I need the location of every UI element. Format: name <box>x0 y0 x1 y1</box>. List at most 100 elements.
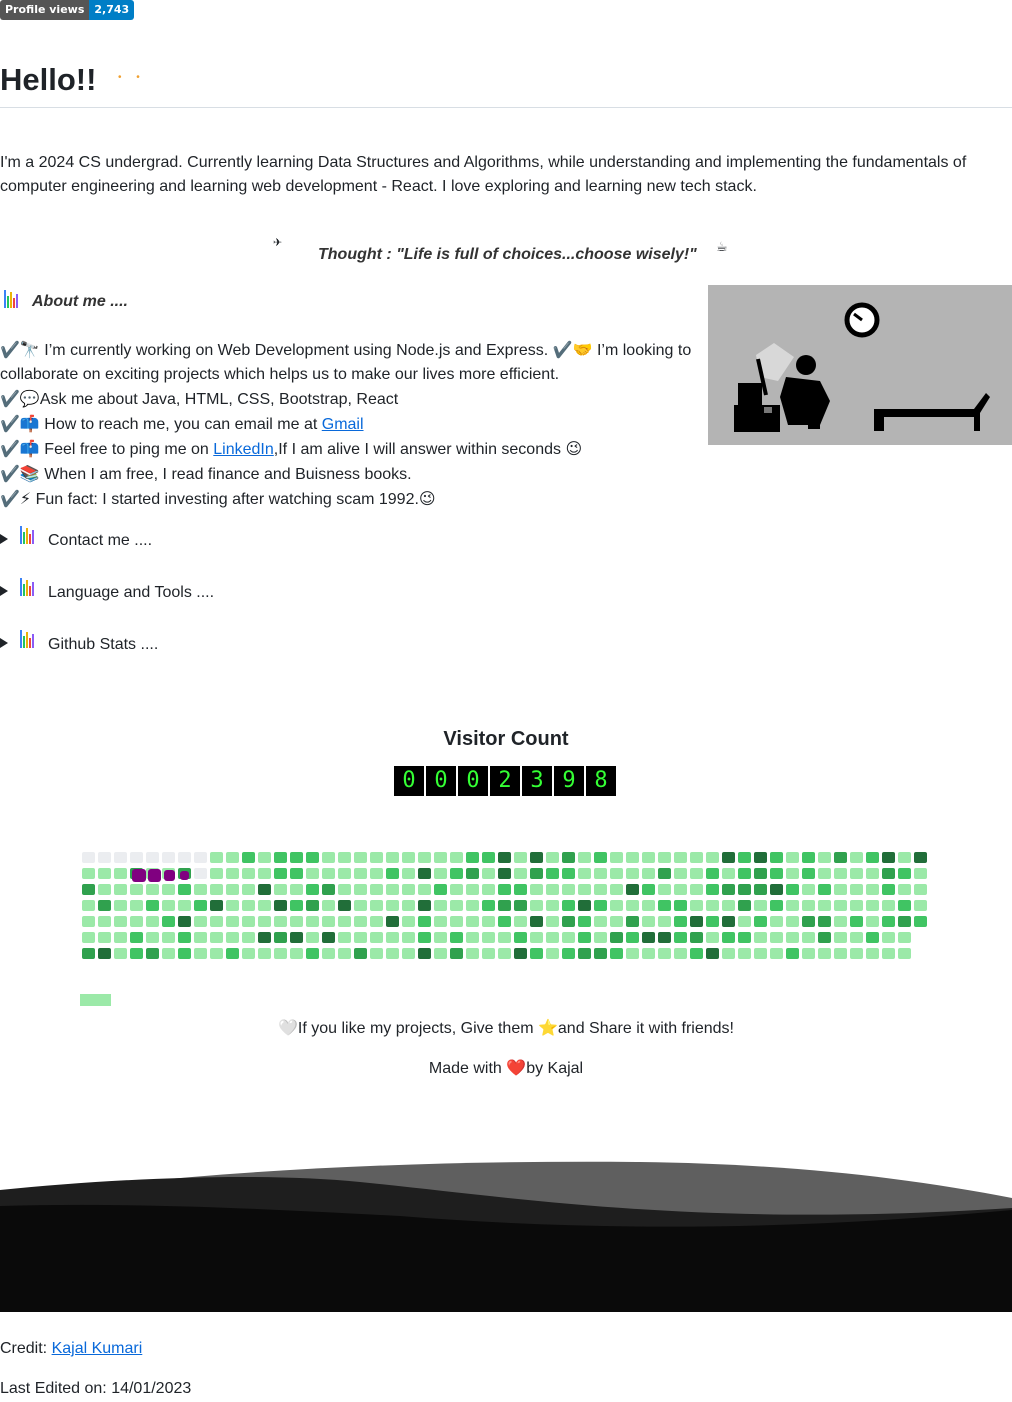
contribution-cell <box>530 900 543 911</box>
contribution-cell <box>322 852 335 863</box>
contribution-cell <box>578 932 591 943</box>
contribution-cell <box>290 948 303 959</box>
snake-segment <box>164 870 175 881</box>
contribution-cell <box>194 948 207 959</box>
contribution-cell <box>706 884 719 895</box>
contribution-cell <box>882 916 895 927</box>
contribution-cell <box>866 948 879 959</box>
contribution-cell <box>386 948 399 959</box>
contribution-cell <box>850 916 863 927</box>
contribution-cell <box>498 932 511 943</box>
counter-digit: 0 <box>458 766 488 796</box>
contribution-cell <box>674 852 687 863</box>
contact-section-toggle[interactable]: Contact me .... <box>0 526 152 549</box>
contribution-cell <box>866 900 879 911</box>
contribution-cell <box>594 932 607 943</box>
contribution-cell <box>322 884 335 895</box>
contribution-cell <box>178 948 191 959</box>
contribution-cell <box>274 948 287 959</box>
contribution-cell <box>674 868 687 879</box>
contribution-cell <box>418 948 431 959</box>
contribution-cell <box>114 868 127 879</box>
github-stats-section-toggle[interactable]: Github Stats .... <box>0 630 158 653</box>
contribution-cell <box>82 852 95 863</box>
contribution-cell <box>818 884 831 895</box>
contribution-cell <box>434 852 447 863</box>
contribution-cell <box>674 916 687 927</box>
contribution-cell <box>658 948 671 959</box>
contribution-cell <box>370 900 383 911</box>
section-label: Contact me .... <box>48 532 153 549</box>
contribution-cell <box>658 900 671 911</box>
contribution-cell <box>690 884 703 895</box>
contribution-cell <box>882 932 895 943</box>
contribution-cell <box>722 948 735 959</box>
contribution-cell <box>274 900 287 911</box>
contribution-cell <box>562 932 575 943</box>
contribution-cell <box>450 916 463 927</box>
contribution-cell <box>818 932 831 943</box>
contribution-cell <box>114 852 127 863</box>
counter-digit: 9 <box>554 766 584 796</box>
contribution-cell <box>770 932 783 943</box>
contribution-cell <box>338 868 351 879</box>
contribution-cell <box>482 948 495 959</box>
contribution-cell <box>242 932 255 943</box>
contribution-cell <box>82 916 95 927</box>
contribution-cell <box>114 932 127 943</box>
contribution-cell <box>354 900 367 911</box>
contribution-cell <box>242 868 255 879</box>
contribution-cell <box>386 868 399 879</box>
snake-segment <box>132 869 146 882</box>
contribution-cell <box>562 884 575 895</box>
contribution-cell <box>290 916 303 927</box>
contribution-cell <box>178 852 191 863</box>
contribution-cell <box>434 884 447 895</box>
contribution-cell <box>882 868 895 879</box>
contribution-cell <box>546 916 559 927</box>
contribution-cell <box>418 900 431 911</box>
star-icon: ⭐ <box>537 1018 558 1037</box>
contribution-cell <box>610 852 623 863</box>
contribution-cell <box>642 916 655 927</box>
contribution-cell <box>370 884 383 895</box>
contribution-cell <box>770 900 783 911</box>
snake-segment <box>180 871 189 880</box>
contribution-cell <box>882 884 895 895</box>
contribution-cell <box>258 868 271 879</box>
contribution-cell <box>578 884 591 895</box>
visitor-counter: 0 0 0 2 3 9 8 <box>394 766 616 796</box>
contribution-cell <box>802 948 815 959</box>
contribution-cell <box>834 932 847 943</box>
contribution-cell <box>274 868 287 879</box>
contribution-cell <box>466 916 479 927</box>
contribution-cell <box>642 884 655 895</box>
contribution-cell <box>370 868 383 879</box>
contribution-cell <box>530 932 543 943</box>
contribution-cell <box>146 884 159 895</box>
contribution-cell <box>866 852 879 863</box>
contribution-cell <box>98 868 111 879</box>
made-with-message: Made with ❤️by Kajal <box>428 1058 584 1077</box>
contribution-cell <box>818 916 831 927</box>
contribution-cell <box>498 948 511 959</box>
contribution-cell <box>722 932 735 943</box>
linkedin-link[interactable]: LinkedIn <box>213 441 274 458</box>
contribution-cell <box>610 884 623 895</box>
contribution-cell <box>562 900 575 911</box>
language-tools-section-toggle[interactable]: Language and Tools .... <box>0 578 214 601</box>
contribution-cell <box>210 884 223 895</box>
gmail-link[interactable]: Gmail <box>322 416 364 433</box>
contribution-cell <box>450 932 463 943</box>
credit-link[interactable]: Kajal Kumari <box>52 1340 143 1357</box>
contribution-cell <box>802 868 815 879</box>
check-lightning-icon: ✔️⚡ <box>0 489 32 508</box>
developer-illustration <box>708 285 1012 445</box>
contribution-cell <box>226 900 239 911</box>
contribution-cell <box>770 852 783 863</box>
contribution-cell <box>210 932 223 943</box>
contribution-cell <box>402 884 415 895</box>
check-telescope-icon: ✔️🔭 <box>0 340 40 359</box>
contribution-cell <box>98 900 111 911</box>
contribution-cell <box>306 884 319 895</box>
